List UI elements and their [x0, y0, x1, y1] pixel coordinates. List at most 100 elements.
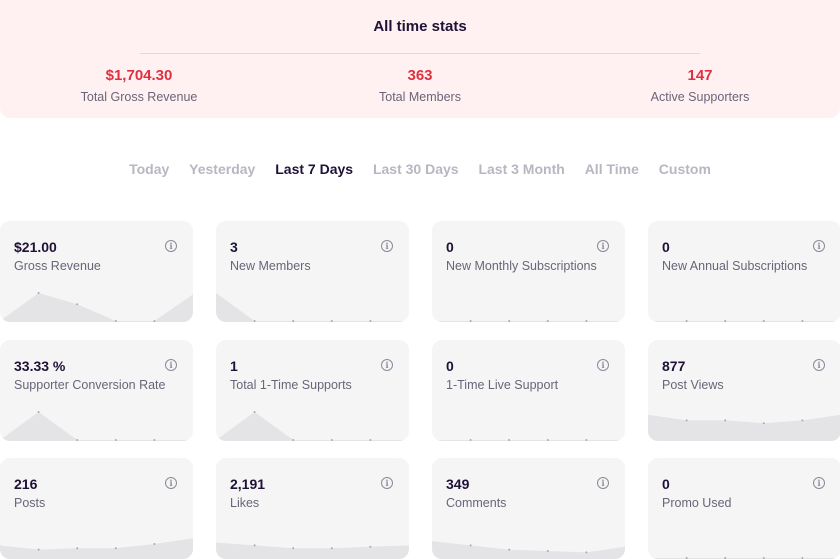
- info-icon[interactable]: i: [381, 240, 393, 252]
- sparkline-point: [76, 303, 79, 306]
- card-label: Promo Used: [662, 496, 732, 510]
- sparkline-area: [432, 541, 625, 559]
- sparkline-point: [585, 320, 588, 322]
- card-posts: 216 Posts i: [0, 458, 193, 559]
- card-new-monthly-subscriptions: 0 New Monthly Subscriptions i: [432, 221, 625, 322]
- sparkline-area: [0, 293, 193, 322]
- tab-last-30-days[interactable]: Last 30 Days: [373, 161, 459, 177]
- sparkline-area: [0, 412, 193, 441]
- card-value: 33.33 %: [14, 358, 66, 374]
- sparkline-point: [369, 545, 372, 548]
- card-supporter-conversion-rate: 33.33 % Supporter Conversion Rate i: [0, 340, 193, 441]
- sparkline: [216, 293, 409, 322]
- info-icon[interactable]: i: [813, 359, 825, 371]
- sparkline-point: [369, 439, 372, 441]
- card-promo-used: 0 Promo Used i: [648, 458, 840, 559]
- sparkline-point: [724, 419, 727, 422]
- card-label: 1-Time Live Support: [446, 378, 559, 392]
- info-icon[interactable]: i: [165, 477, 177, 489]
- sparkline-point: [724, 320, 727, 322]
- sparkline: [216, 411, 409, 441]
- card-value: 877: [662, 358, 686, 374]
- tab-custom[interactable]: Custom: [659, 161, 711, 177]
- sparkline-area: [432, 321, 625, 322]
- stat-total-gross-revenue: $1,704.30 Total Gross Revenue: [29, 67, 249, 104]
- sparkline-point: [585, 551, 588, 554]
- sparkline-area: [432, 440, 625, 441]
- card-value: 0: [662, 239, 670, 255]
- sparkline-point: [801, 320, 804, 322]
- tab-yesterday[interactable]: Yesterday: [189, 161, 255, 177]
- card-value: 349: [446, 476, 470, 492]
- sparkline-point: [292, 320, 295, 322]
- card-label: Likes: [230, 496, 260, 510]
- sparkline-point: [585, 439, 588, 441]
- card-one-time-live-support: 0 1-Time Live Support i: [432, 340, 625, 441]
- info-icon[interactable]: i: [597, 240, 609, 252]
- card-label: New Annual Subscriptions: [662, 259, 808, 273]
- sparkline-point: [114, 320, 117, 322]
- sparkline-point: [546, 550, 549, 552]
- card-label: Post Views: [662, 378, 724, 392]
- sparkline-point: [469, 439, 472, 441]
- all-time-title: All time stats: [373, 18, 467, 35]
- sparkline: [432, 320, 625, 322]
- sparkline: [648, 557, 840, 559]
- sparkline-point: [369, 320, 372, 322]
- info-icon[interactable]: i: [381, 477, 393, 489]
- sparkline-point: [37, 548, 40, 551]
- sparkline-point: [153, 320, 156, 322]
- sparkline: [0, 538, 193, 559]
- sparkline-point: [253, 411, 256, 413]
- card-label: Comments: [446, 496, 507, 510]
- sparkline-point: [253, 544, 256, 547]
- info-icon[interactable]: i: [597, 359, 609, 371]
- card-value: 0: [446, 358, 454, 374]
- sparkline-point: [801, 419, 804, 422]
- card-value: 0: [662, 476, 670, 492]
- sparkline-point: [762, 320, 765, 322]
- info-icon[interactable]: i: [165, 359, 177, 371]
- sparkline: [432, 439, 625, 441]
- sparkline-point: [37, 292, 40, 294]
- card-label: Posts: [14, 496, 46, 510]
- stat-value: 147: [687, 67, 713, 84]
- all-time-stats-panel: All time stats $1,704.30 Total Gross Rev…: [0, 0, 840, 118]
- stat-label: Total Members: [379, 90, 461, 104]
- stat-label: Total Gross Revenue: [80, 90, 198, 104]
- date-range-tabs: Today Yesterday Last 7 Days Last 30 Days…: [0, 161, 840, 177]
- sparkline-point: [508, 439, 511, 441]
- info-icon[interactable]: i: [381, 359, 393, 371]
- sparkline-point: [330, 439, 333, 441]
- tab-last-7-days[interactable]: Last 7 Days: [275, 161, 353, 177]
- sparkline-point: [153, 439, 156, 441]
- card-value: 3: [230, 239, 238, 255]
- sparkline-point: [153, 543, 156, 545]
- tab-last-3-month[interactable]: Last 3 Month: [478, 161, 564, 177]
- sparkline-point: [330, 547, 333, 550]
- tab-all-time[interactable]: All Time: [585, 161, 639, 177]
- info-icon[interactable]: i: [813, 240, 825, 252]
- sparkline-point: [469, 320, 472, 322]
- card-post-views: 877 Post Views i: [648, 340, 840, 441]
- info-icon[interactable]: i: [597, 477, 609, 489]
- card-label: Gross Revenue: [14, 259, 101, 273]
- sparkline-point: [37, 411, 40, 413]
- card-label: Supporter Conversion Rate: [14, 378, 166, 392]
- sparkline-point: [546, 439, 549, 441]
- sparkline-area: [216, 542, 409, 559]
- sparkline: [648, 320, 840, 322]
- card-comments: 349 Comments i: [432, 458, 625, 559]
- stat-label: Active Supporters: [650, 90, 750, 104]
- tab-today[interactable]: Today: [129, 161, 169, 177]
- card-value: 2,191: [230, 476, 266, 492]
- sparkline-point: [76, 547, 79, 550]
- card-label: Total 1-Time Supports: [230, 378, 352, 392]
- info-icon[interactable]: i: [813, 477, 825, 489]
- info-icon[interactable]: i: [165, 240, 177, 252]
- stat-value: 363: [407, 67, 433, 84]
- divider: [140, 53, 700, 54]
- card-new-members: 3 New Members i: [216, 221, 409, 322]
- card-likes: 2,191 Likes i: [216, 458, 409, 559]
- stat-total-members: 363 Total Members: [310, 67, 530, 104]
